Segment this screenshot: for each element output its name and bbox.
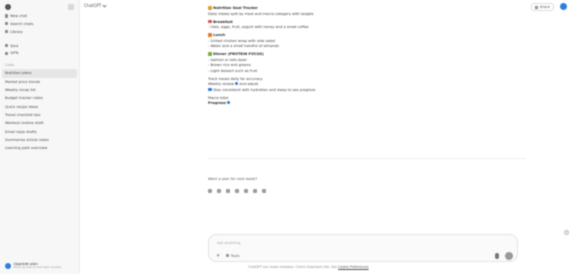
message-text: - Light dessert such as fruit — [208, 68, 258, 73]
citation-pill-icon[interactable] — [235, 82, 239, 86]
chat-history-item[interactable]: Market price trends — [0, 78, 79, 86]
app-window: New chat Search chats Library Sora GPTs … — [0, 0, 572, 274]
citation-pill-icon[interactable] — [226, 101, 231, 105]
tools-icon — [226, 254, 230, 258]
chat-history-item[interactable]: Email reply drafts — [0, 128, 79, 136]
tools-button[interactable]: Tools — [226, 254, 240, 258]
sidebar-item-search[interactable]: Search chats — [0, 20, 79, 28]
sidebar-item-label: Search chats — [10, 21, 34, 26]
cookie-preferences-link[interactable]: Cookie Preferences — [338, 265, 369, 269]
library-icon — [5, 30, 9, 34]
edit-icon[interactable] — [244, 189, 248, 193]
chat-history-list: Nutrition plans Market price trends Week… — [0, 69, 79, 152]
model-name: ChatGPT — [84, 3, 102, 8]
upgrade-plan-button[interactable]: Upgrade plan More access to the best mod… — [0, 258, 80, 274]
sidebar-item-label: New chat — [10, 13, 28, 18]
sidebar-item-sora[interactable]: Sora — [0, 42, 79, 50]
disclaimer: ChatGPT can make mistakes. Check importa… — [248, 265, 369, 270]
disclaimer-text: ChatGPT can make mistakes. Check importa… — [248, 265, 338, 269]
message-text: Dinner (PROTEIN FOCUS) — [213, 52, 264, 57]
message-text: Progress — [208, 101, 226, 106]
chats-section-label: Chats — [5, 62, 15, 67]
message-text: Breakfast — [213, 19, 233, 24]
sidebar-item-gpts[interactable]: GPTs — [0, 50, 79, 58]
message-text: Stay consistent with hydration and sleep… — [213, 87, 316, 92]
avatar — [5, 263, 11, 270]
emoji-icon — [208, 87, 212, 92]
message-text: Weekly review — [208, 82, 234, 87]
sidebar-item-label: Library — [10, 29, 23, 34]
message-text: - Grilled chicken wrap with side salad — [208, 38, 276, 43]
logo-icon[interactable] — [5, 4, 11, 10]
emoji-icon — [208, 19, 212, 24]
chat-history-item[interactable]: Learning path overview — [0, 144, 79, 152]
model-selector[interactable]: ChatGPT — [84, 3, 107, 9]
sidebar-item-label: Sora — [10, 43, 19, 48]
microphone-icon[interactable] — [494, 253, 499, 259]
message-text: - Brown rice and greens — [208, 63, 251, 67]
assistant-message: Nutrition Goal Tracker Daily intake split… — [208, 6, 470, 107]
sidebar-item-label: GPTs — [10, 51, 19, 56]
thumbs-up-icon[interactable] — [217, 189, 221, 193]
message-text: - Water and a small handful of almonds — [208, 44, 279, 48]
share-button[interactable]: Share — [530, 3, 554, 12]
help-button[interactable]: ? — [564, 230, 569, 235]
sidebar-top-items: New chat Search chats Library — [0, 12, 79, 36]
sidebar-item-library[interactable]: Library — [0, 28, 79, 36]
message-text: Daily intake split by meal and macro cat… — [208, 11, 314, 16]
avatar[interactable] — [560, 3, 567, 10]
sidebar: New chat Search chats Library Sora GPTs … — [0, 0, 80, 274]
share-label: Share — [539, 5, 550, 9]
chat-history-item[interactable]: Travel checklist tips — [0, 111, 79, 119]
emoji-icon — [208, 6, 212, 10]
followup-text: Want a plan for next week? — [208, 177, 258, 181]
plus-icon[interactable]: + — [216, 254, 220, 259]
sidebar-mid-items: Sora GPTs — [0, 42, 79, 58]
tools-label: Tools — [230, 253, 240, 258]
divider — [208, 158, 526, 159]
chat-history-item[interactable]: Nutrition plans — [2, 69, 77, 78]
sidebar-header — [0, 0, 79, 12]
message-heading: Progress — [208, 101, 470, 107]
main-panel: ChatGPT Share Nutrition Goal Tracker Dail… — [80, 0, 572, 274]
chevron-down-icon — [102, 3, 107, 9]
sora-icon — [5, 44, 9, 48]
message-text: Macro total — [208, 95, 229, 100]
upgrade-plan-subtitle: More access to the best models — [13, 265, 62, 270]
message-text: - Salmon or tofu bowl — [208, 57, 247, 62]
message-text: Lunch — [213, 33, 226, 38]
emoji-icon — [208, 52, 212, 56]
prompt-input[interactable]: Ask anything — [217, 241, 240, 245]
message-text: Track meals daily for accuracy — [208, 76, 263, 81]
chat-history-item[interactable]: Budget tracker notes — [0, 94, 79, 102]
emoji-icon — [208, 33, 212, 37]
search-icon — [5, 22, 9, 26]
gpts-icon — [5, 51, 9, 56]
sidebar-item-new-chat[interactable]: New chat — [0, 12, 79, 20]
regenerate-icon[interactable] — [253, 189, 257, 193]
pencil-icon — [5, 14, 9, 18]
thumbs-down-icon[interactable] — [226, 189, 230, 193]
upgrade-plan-text: Upgrade plan More access to the best mod… — [14, 262, 62, 270]
voice-mode-button[interactable] — [505, 252, 513, 260]
message-text: - Oats, eggs, fruit, yogurt with honey a… — [208, 25, 309, 29]
more-icon[interactable] — [262, 189, 266, 193]
message-text: and adjust — [239, 82, 259, 87]
copy-icon[interactable] — [208, 189, 212, 193]
chat-history-item[interactable]: Weekly recap list — [0, 86, 79, 94]
sidebar-toggle-icon[interactable] — [68, 4, 74, 10]
composer: Ask anything + Tools — [208, 234, 518, 262]
chat-history-item[interactable]: Summarize article notes — [0, 136, 79, 144]
chat-history-item[interactable]: Quick recipe ideas — [0, 103, 79, 111]
message-text: Nutrition Goal Tracker — [213, 6, 258, 11]
chat-history-item[interactable]: Workout routine draft — [0, 119, 79, 127]
share-icon — [534, 5, 539, 9]
message-actions — [208, 189, 266, 193]
speaker-icon[interactable] — [235, 189, 239, 193]
